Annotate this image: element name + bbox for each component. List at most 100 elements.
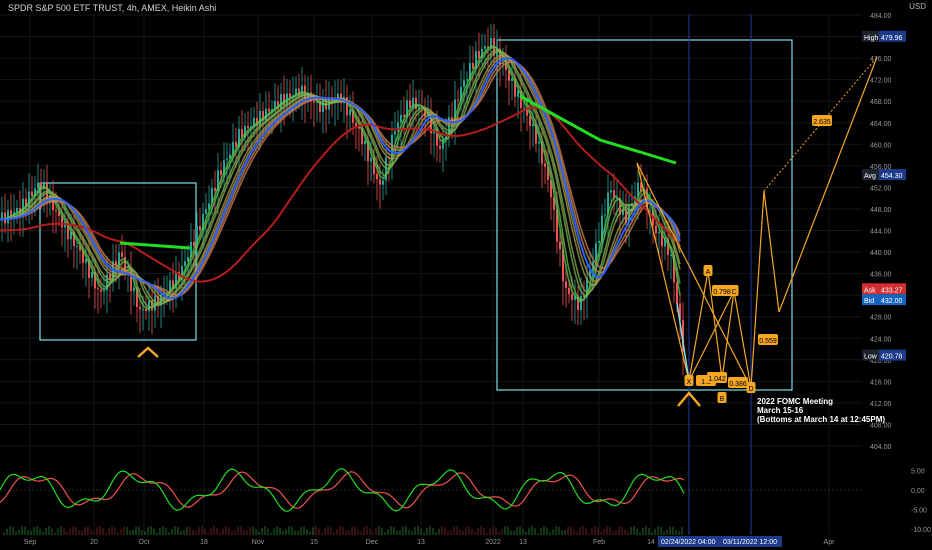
fomc-note: (Bottoms at March 14 at 12:45PM) bbox=[757, 415, 885, 424]
candle-body bbox=[205, 209, 207, 215]
time-tick: 18 bbox=[200, 539, 208, 546]
candle-body bbox=[379, 179, 381, 185]
candle-body bbox=[538, 141, 540, 144]
avg-value: 454.30 bbox=[881, 173, 903, 180]
time-tick: Dec bbox=[366, 539, 379, 546]
ema-ribbon-line bbox=[0, 49, 681, 307]
candle-body bbox=[484, 46, 486, 49]
pattern-label: 2.635 bbox=[813, 119, 831, 126]
price-tick: 468.00 bbox=[870, 99, 892, 106]
candle-body bbox=[478, 51, 480, 58]
candle-body bbox=[184, 261, 186, 267]
candle-body bbox=[268, 108, 270, 112]
high-label: High bbox=[864, 35, 879, 42]
time-tick: Nov bbox=[252, 539, 265, 546]
pattern-label: 0.559 bbox=[759, 338, 777, 345]
oscillator-panel bbox=[0, 467, 862, 535]
candle-body bbox=[103, 290, 105, 292]
price-tick: 472.00 bbox=[870, 78, 892, 85]
osc-tick: 0.00 bbox=[911, 488, 925, 495]
candle-body bbox=[523, 107, 525, 109]
time-tick: 14 bbox=[647, 539, 655, 546]
candle-body bbox=[349, 109, 351, 116]
ask-value: 433.27 bbox=[881, 287, 903, 294]
candle-body bbox=[355, 122, 357, 127]
pattern-leg bbox=[688, 270, 709, 382]
candle-body bbox=[658, 232, 660, 234]
time-axis: Sep 20 Oct 18 Nov 15 Dec 13 2022 13 Feb 14 Apr 02/24/… bbox=[24, 536, 835, 547]
candle-body bbox=[193, 241, 195, 246]
candle-body bbox=[580, 295, 582, 311]
candle-body bbox=[133, 287, 135, 292]
candle-body bbox=[655, 225, 657, 234]
price-axis: 484.00480.00476.00472.00468.00464.00460.… bbox=[862, 13, 931, 534]
candle-body bbox=[55, 210, 57, 212]
pattern-leg bbox=[750, 190, 765, 389]
fomc-title: 2022 FOMC Meeting bbox=[757, 397, 833, 406]
time-tick: Oct bbox=[139, 539, 150, 546]
time-tick: 20 bbox=[90, 539, 98, 546]
avg-label: Avg bbox=[864, 173, 876, 180]
pattern-label: 0.386 bbox=[729, 381, 747, 388]
candles-layer bbox=[1, 24, 684, 376]
price-tick: 404.00 bbox=[870, 444, 892, 451]
price-tick: 484.00 bbox=[870, 13, 892, 20]
pattern-label: B bbox=[720, 396, 725, 403]
time-tick: Apr bbox=[824, 539, 836, 546]
pattern-label: A bbox=[706, 269, 711, 276]
price-tick: 416.00 bbox=[870, 379, 892, 386]
candle-body bbox=[463, 80, 465, 87]
candle-body bbox=[457, 99, 459, 101]
time-tick: Sep bbox=[24, 539, 37, 546]
candle-body bbox=[568, 287, 570, 295]
price-tick: 460.00 bbox=[870, 142, 892, 149]
high-value: 479.96 bbox=[881, 35, 903, 42]
osc-tick: -5.00 bbox=[911, 508, 927, 515]
pattern-label: C bbox=[731, 289, 736, 296]
candle-body bbox=[382, 180, 384, 185]
pattern-label: 0.798 bbox=[713, 289, 731, 296]
fomc-dates: March 15-16 bbox=[757, 406, 804, 415]
osc-tick: 5.00 bbox=[911, 469, 925, 476]
time-tick: Feb bbox=[593, 539, 605, 546]
candle-body bbox=[100, 289, 102, 292]
candle-body bbox=[394, 131, 396, 135]
candle-body bbox=[559, 241, 561, 250]
price-chart[interactable]: XABCD1.31.0420.3860.7980.5592.635 484.00… bbox=[0, 0, 932, 550]
pattern-label: D bbox=[748, 386, 753, 393]
time-tick: 13 bbox=[519, 539, 527, 546]
candle-body bbox=[121, 252, 123, 257]
low-value: 420.78 bbox=[881, 354, 903, 361]
candle-body bbox=[76, 246, 78, 248]
date-marker-lines bbox=[688, 15, 752, 535]
candle-body bbox=[142, 308, 144, 310]
time-tick: 15 bbox=[310, 539, 318, 546]
candle-body bbox=[226, 158, 228, 161]
bid-value: 432.00 bbox=[881, 298, 903, 305]
candle-body bbox=[571, 294, 573, 300]
candle-body bbox=[214, 187, 216, 191]
pattern-label: 1.042 bbox=[708, 376, 726, 383]
candle-body bbox=[598, 240, 600, 244]
price-tick: 476.00 bbox=[870, 56, 892, 63]
candle-body bbox=[610, 190, 612, 193]
candle-body bbox=[649, 210, 651, 212]
ema-ribbon-line bbox=[0, 46, 681, 309]
price-tick: 448.00 bbox=[870, 207, 892, 214]
marker-date-1: 02/24/2022 04:00 bbox=[661, 539, 716, 546]
candle-body bbox=[409, 100, 411, 108]
price-tick: 452.00 bbox=[870, 185, 892, 192]
box-jan-mar bbox=[496, 39, 793, 391]
price-tick: 436.00 bbox=[870, 272, 892, 279]
pattern-leg bbox=[636, 162, 690, 382]
price-tick: 412.00 bbox=[870, 401, 892, 408]
price-tick: 440.00 bbox=[870, 250, 892, 257]
pattern-leg bbox=[733, 290, 752, 389]
harmonic-pattern: XABCD1.31.0420.3860.7980.5592.635 bbox=[137, 56, 878, 407]
candle-body bbox=[364, 140, 366, 145]
candle-body bbox=[439, 145, 441, 149]
candle-body bbox=[91, 272, 93, 278]
fomc-annotation: 2022 FOMC Meeting March 15-16 (Bottoms a… bbox=[757, 397, 885, 424]
candle-body bbox=[466, 79, 468, 81]
ema-ribbon-layer bbox=[0, 45, 681, 310]
